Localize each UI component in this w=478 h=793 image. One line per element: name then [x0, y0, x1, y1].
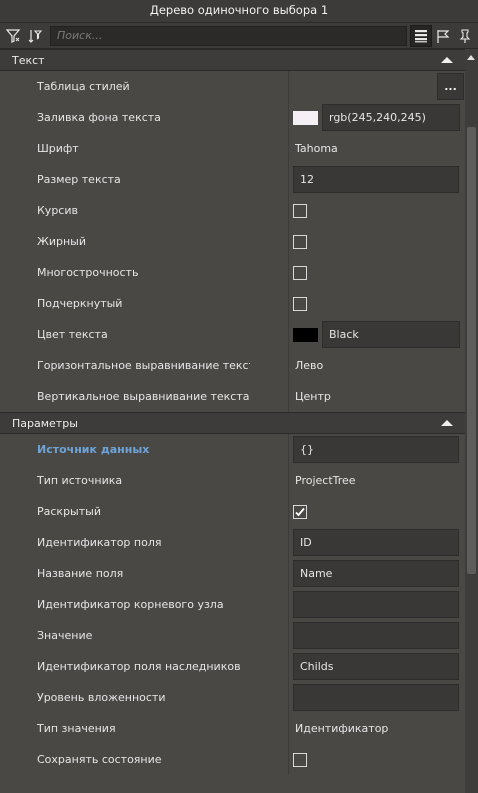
property-label: Значение: [37, 629, 93, 642]
property-row-bold: Жирный: [0, 226, 465, 257]
property-label: Идентификатор поля: [37, 536, 162, 549]
property-label: Тип источника: [37, 474, 123, 487]
multiline-checkbox[interactable]: [293, 265, 307, 280]
property-label: Раскрытый: [37, 505, 101, 518]
property-row-text-color: Цвет текста Black: [0, 319, 465, 350]
property-row-children-id: Идентификатор поля наследников Childs: [0, 651, 465, 682]
property-label: Вертикальное выравнивание текста: [37, 390, 250, 403]
property-label: Курсив: [37, 204, 78, 217]
nesting-level-field[interactable]: [293, 684, 459, 711]
property-row-multiline: Многострочность: [0, 257, 465, 288]
value-field[interactable]: [293, 622, 459, 649]
property-label: Размер текста: [37, 173, 121, 186]
property-label: Уровень вложенности: [37, 691, 166, 704]
property-label: Заливка фона текста: [37, 111, 161, 124]
filter-icon[interactable]: [2, 25, 24, 47]
property-row-nesting-level: Уровень вложенности: [0, 682, 465, 713]
collapse-icon[interactable]: [441, 420, 453, 426]
checkmark-icon: [295, 507, 305, 516]
italic-checkbox[interactable]: [293, 203, 307, 218]
property-row-field-id: Идентификатор поля ID: [0, 527, 465, 558]
flag-icon[interactable]: [432, 25, 454, 47]
style-table-browse-button[interactable]: ...: [437, 73, 464, 100]
field-id-field[interactable]: ID: [293, 529, 459, 556]
property-label: Таблица стилей: [37, 80, 130, 93]
property-label: Тип значения: [37, 722, 116, 735]
filter-clear-icon[interactable]: [24, 25, 46, 47]
scrollbar-thumb[interactable]: [467, 127, 476, 574]
property-row-root-id: Идентификатор корневого узла: [0, 589, 465, 620]
scroll-up-icon[interactable]: [467, 55, 475, 60]
property-label: Подчеркнутый: [37, 297, 123, 310]
root-id-field[interactable]: [293, 591, 459, 618]
bg-fill-field[interactable]: rgb(245,240,245): [322, 104, 460, 131]
color-swatch[interactable]: [293, 110, 318, 125]
property-label: Цвет текста: [37, 328, 108, 341]
section-title-params: Параметры: [12, 416, 78, 430]
property-label: Горизонтальное выравнивание текста: [37, 359, 250, 372]
list-view-icon[interactable]: [410, 24, 432, 47]
collapse-icon[interactable]: [441, 57, 453, 63]
property-row-h-align: Горизонтальное выравнивание текста Лево: [0, 350, 465, 381]
color-swatch[interactable]: [293, 327, 318, 342]
property-row-bg-fill: Заливка фона текста rgb(245,240,245): [0, 102, 465, 133]
field-name-field[interactable]: Name: [293, 560, 459, 587]
property-row-italic: Курсив: [0, 195, 465, 226]
source-type-value[interactable]: ProjectTree: [293, 474, 356, 487]
property-label: Источник данных: [37, 443, 150, 456]
pin-icon[interactable]: [454, 25, 476, 47]
property-label: Сохранять состояние: [37, 753, 162, 766]
font-value[interactable]: Tahoma: [293, 142, 338, 155]
property-row-font: Шрифт Tahoma: [0, 133, 465, 164]
text-size-field[interactable]: 12: [293, 166, 459, 193]
property-row-underline: Подчеркнутый: [0, 288, 465, 319]
window-title: Дерево одиночного выбора 1: [0, 0, 478, 23]
property-label: Идентификатор поля наследников: [37, 660, 241, 673]
section-header-params[interactable]: Параметры: [0, 412, 465, 434]
property-row-text-size: Размер текста 12: [0, 164, 465, 195]
v-align-value[interactable]: Центр: [293, 390, 331, 403]
text-color-field[interactable]: Black: [322, 321, 460, 348]
property-label: Жирный: [37, 235, 87, 248]
section-header-text[interactable]: Текст: [0, 49, 465, 71]
property-row-source-type: Тип источника ProjectTree: [0, 465, 465, 496]
vertical-scrollbar[interactable]: [465, 49, 478, 793]
property-label: Идентификатор корневого узла: [37, 598, 224, 611]
property-row-field-name: Название поля Name: [0, 558, 465, 589]
property-label: Многострочность: [37, 266, 139, 279]
save-state-checkbox[interactable]: [293, 752, 307, 767]
underline-checkbox[interactable]: [293, 296, 307, 311]
property-label: Шрифт: [37, 142, 79, 155]
h-align-value[interactable]: Лево: [293, 359, 323, 372]
section-title-text: Текст: [12, 53, 45, 67]
search-input[interactable]: [50, 25, 407, 46]
bold-checkbox[interactable]: [293, 234, 307, 249]
property-row-style-table: Таблица стилей ...: [0, 71, 465, 102]
property-grid: Текст Таблица стилей ... Заливка фона те…: [0, 49, 465, 793]
property-label: Название поля: [37, 567, 124, 580]
value-type-value[interactable]: Идентификатор: [293, 722, 388, 735]
property-row-v-align: Вертикальное выравнивание текста Центр: [0, 381, 465, 412]
property-row-value: Значение: [0, 620, 465, 651]
property-row-expanded: Раскрытый: [0, 496, 465, 527]
property-row-save-state: Сохранять состояние: [0, 744, 465, 775]
property-row-value-type: Тип значения Идентификатор: [0, 713, 465, 744]
data-source-field[interactable]: {}: [293, 436, 459, 463]
expanded-checkbox[interactable]: [293, 504, 307, 519]
toolbar: [0, 23, 478, 49]
children-id-field[interactable]: Childs: [293, 653, 459, 680]
property-row-data-source: Источник данных {}: [0, 434, 465, 465]
